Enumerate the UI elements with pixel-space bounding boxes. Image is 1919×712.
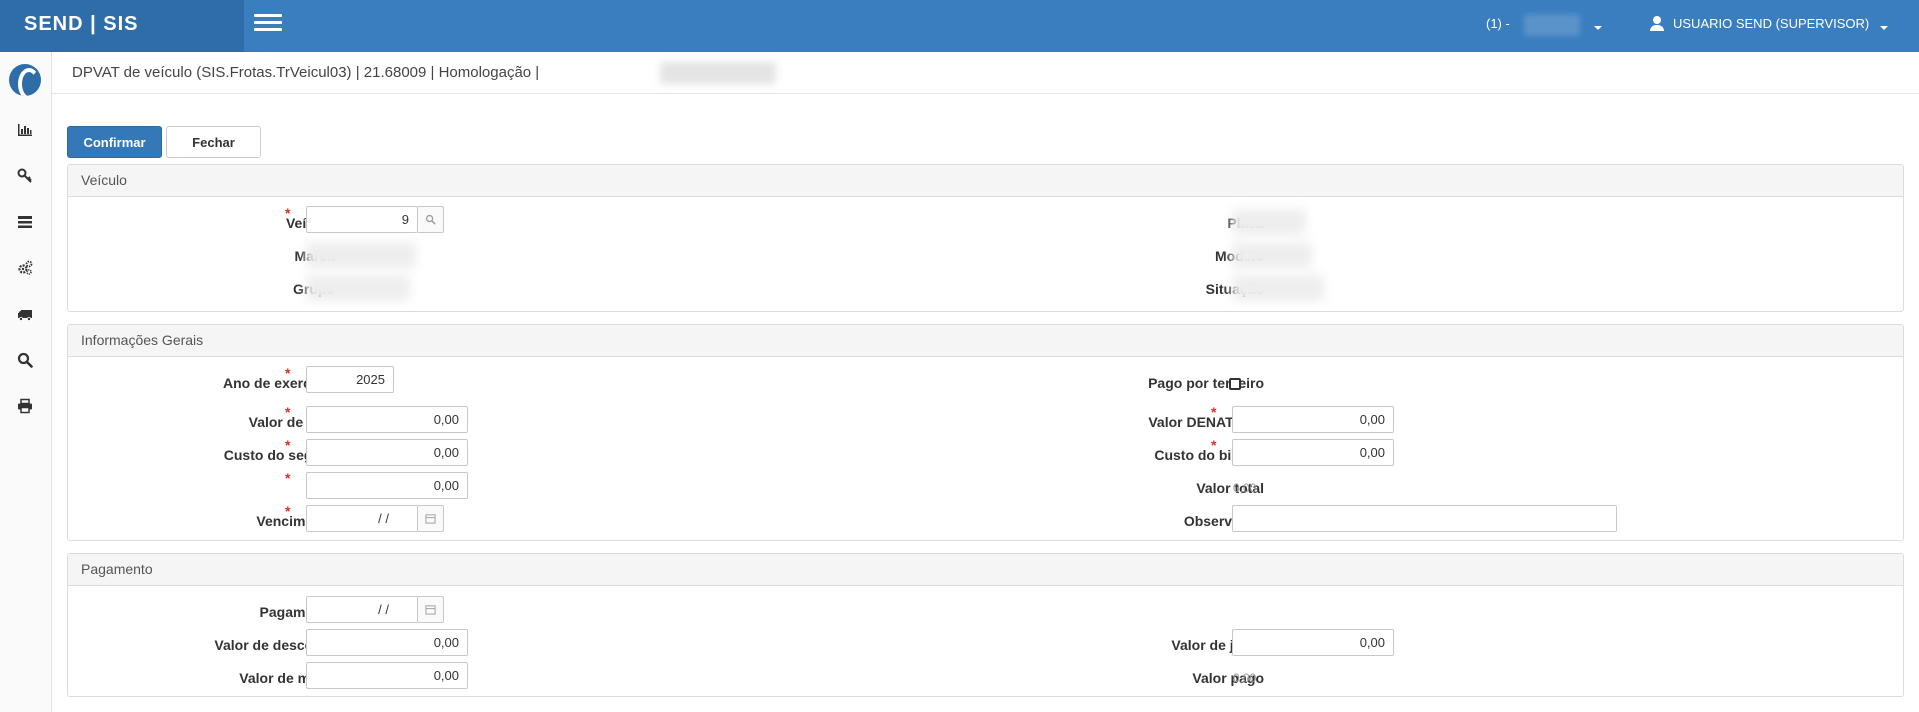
company-caret-icon[interactable] xyxy=(1594,26,1602,30)
environment-name-redacted xyxy=(660,62,776,84)
search-icon xyxy=(425,214,436,225)
top-bar: SEND | SIS (1) - USUARIO SEND (SUPERVISO… xyxy=(0,0,1919,52)
required-marker: * xyxy=(285,503,291,519)
company-name-redacted xyxy=(1524,14,1580,36)
panel-veiculo: Veículo Veículo * 9 Placa Marca Modelo G… xyxy=(67,164,1904,312)
list-icon[interactable] xyxy=(15,212,35,232)
required-marker: * xyxy=(285,470,291,486)
required-marker: * xyxy=(285,365,291,381)
search-icon[interactable] xyxy=(15,350,35,370)
veiculo-search-button[interactable] xyxy=(418,206,444,233)
page-header: DPVAT de veículo (SIS.Frotas.TrVeicul03)… xyxy=(52,52,1919,94)
close-button[interactable]: Fechar xyxy=(166,126,261,158)
calendar-icon xyxy=(425,514,436,524)
bar-chart-icon[interactable] xyxy=(15,120,35,140)
required-marker: * xyxy=(285,205,291,221)
required-marker: * xyxy=(285,404,291,420)
fns-input[interactable]: 0,00 xyxy=(306,406,468,433)
gears-icon[interactable] xyxy=(15,258,35,278)
print-icon[interactable] xyxy=(15,396,35,416)
pagamento-date-input[interactable]: / / xyxy=(306,596,418,623)
required-marker: * xyxy=(285,437,291,453)
iof-input[interactable]: 0,00 xyxy=(306,472,468,499)
page-title: DPVAT de veículo (SIS.Frotas.TrVeicul03)… xyxy=(72,64,540,81)
brand-logo[interactable]: SEND | SIS xyxy=(0,0,244,52)
panel-pagamento: Pagamento Pagamento / / Valor de descont… xyxy=(67,553,1904,697)
grupo-value-redacted xyxy=(306,275,410,301)
marca-value-redacted xyxy=(306,242,416,268)
key-icon[interactable] xyxy=(15,166,35,186)
user-name: USUARIO SEND (SUPERVISOR) xyxy=(1673,16,1870,31)
user-icon xyxy=(1650,16,1664,31)
required-marker: * xyxy=(1211,404,1217,420)
confirm-button[interactable]: Confirmar xyxy=(67,126,162,158)
menu-toggle-icon[interactable] xyxy=(254,14,282,34)
panel-gerais-title: Informações Gerais xyxy=(68,325,1903,357)
calendar-icon xyxy=(425,605,436,615)
company-selector-label[interactable]: (1) - xyxy=(1486,16,1510,31)
ano-exercicio-input[interactable]: 2025 xyxy=(306,366,394,393)
veiculo-input[interactable]: 9 xyxy=(306,206,418,233)
panel-veiculo-title: Veículo xyxy=(68,165,1903,197)
vencimento-calendar-button[interactable] xyxy=(418,505,444,532)
valor-total-value: 0,00 xyxy=(1233,481,1257,495)
user-menu[interactable]: USUARIO SEND (SUPERVISOR) xyxy=(1650,16,1869,31)
denatran-input[interactable]: 0,00 xyxy=(1232,406,1394,433)
panel-pagamento-title: Pagamento xyxy=(68,554,1903,586)
situacao-value-redacted xyxy=(1232,275,1324,301)
required-marker: * xyxy=(1211,437,1217,453)
truck-icon[interactable] xyxy=(15,304,35,324)
modelo-value-redacted xyxy=(1232,242,1312,268)
valor-pago-value: 0,00 xyxy=(1233,671,1257,685)
custo-seguro-input[interactable]: 0,00 xyxy=(306,439,468,466)
custo-bilhete-input[interactable]: 0,00 xyxy=(1232,439,1394,466)
panel-informacoes-gerais: Informações Gerais Ano de exercício * 20… xyxy=(67,324,1904,541)
pagamento-calendar-button[interactable] xyxy=(418,596,444,623)
observacao-input[interactable] xyxy=(1232,505,1617,532)
user-caret-icon[interactable] xyxy=(1880,26,1888,30)
placa-value-redacted xyxy=(1232,209,1306,235)
desconto-input[interactable]: 0,00 xyxy=(306,629,468,656)
pago-terceiro-checkbox[interactable] xyxy=(1229,378,1241,390)
sidebar-logo[interactable] xyxy=(9,64,41,96)
sidebar xyxy=(0,52,52,712)
juros-input[interactable]: 0,00 xyxy=(1232,629,1394,656)
multa-input[interactable]: 0,00 xyxy=(306,662,468,689)
vencimento-input[interactable]: / / xyxy=(306,505,418,532)
